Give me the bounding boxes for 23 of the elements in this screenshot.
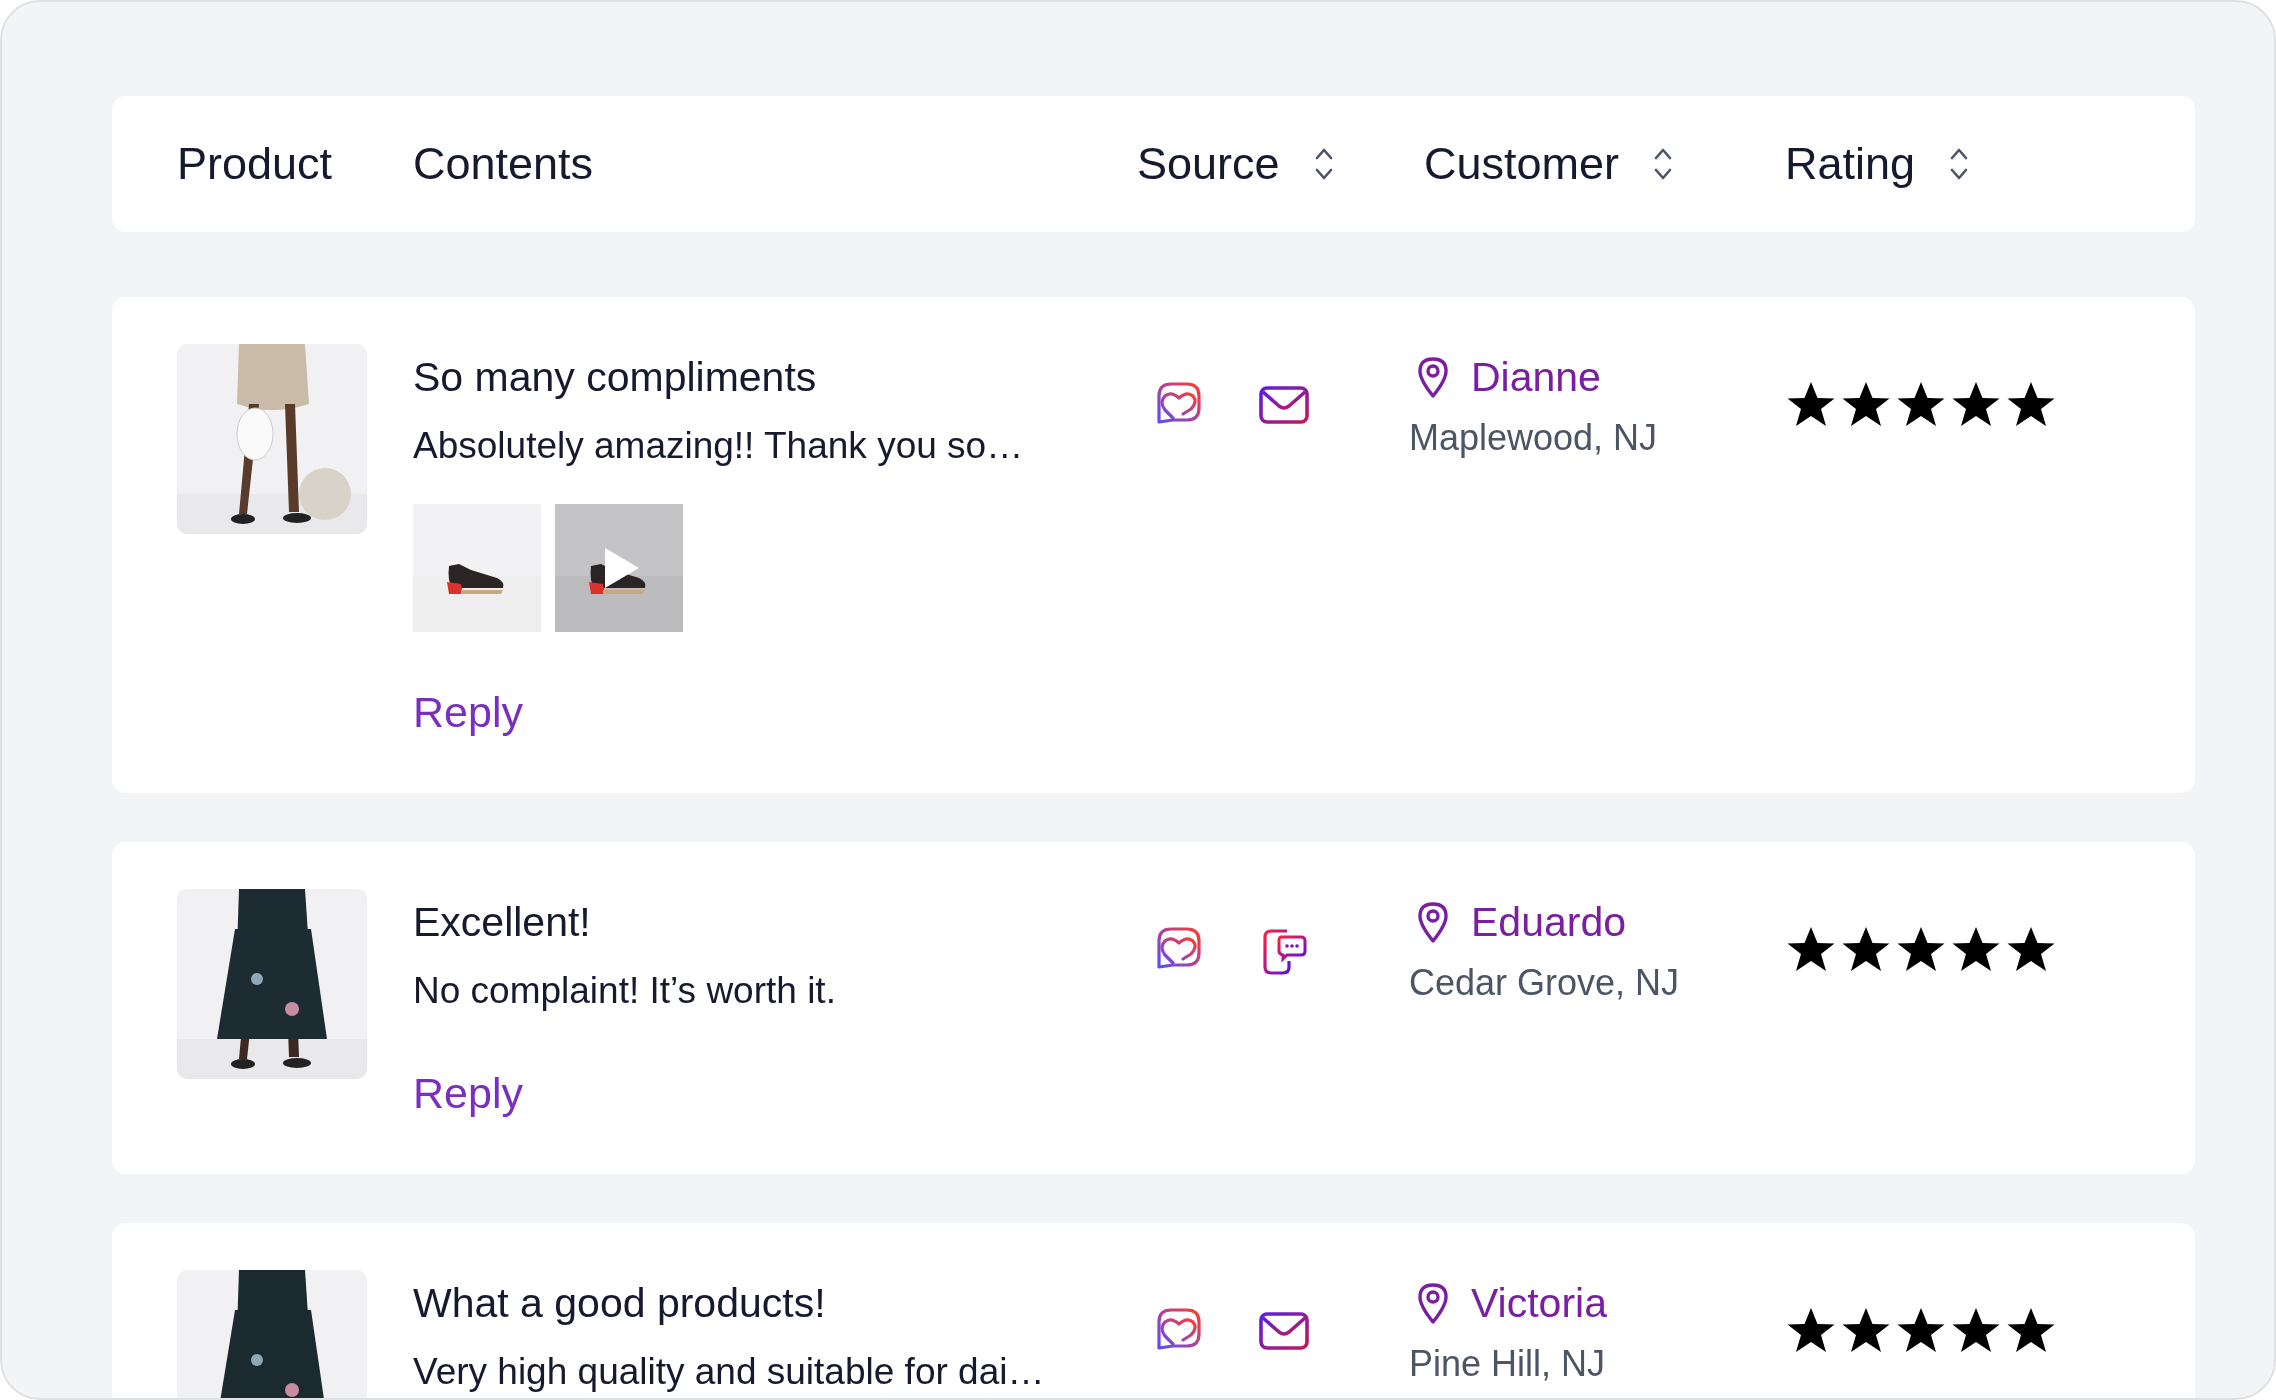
reply-link[interactable]: Reply — [413, 1069, 523, 1117]
location-pin-icon — [1417, 901, 1449, 943]
reply-link[interactable]: Reply — [413, 688, 523, 736]
play-icon[interactable] — [605, 548, 639, 588]
review-text: Very high quality and suitable for dai… — [413, 1350, 1046, 1394]
location-pin-icon — [1417, 1282, 1449, 1324]
review-title: So many compliments — [413, 353, 818, 401]
column-header: Contents — [413, 137, 594, 192]
review-title: Excellent! — [413, 898, 592, 946]
location-pin-icon — [1417, 356, 1449, 398]
customer-name[interactable]: Victoria — [1471, 1279, 1607, 1327]
review-text: Absolutely amazing!! Thank you so… — [413, 424, 1025, 468]
column-header[interactable]: Customer — [1424, 130, 1620, 198]
review-title: What a good products! — [413, 1279, 827, 1327]
column-header: Product — [177, 137, 333, 192]
column-header[interactable]: Source — [1137, 130, 1280, 198]
review-text: No complaint! It’s worth it. — [413, 969, 837, 1013]
customer-location: Cedar Grove, NJ — [1409, 961, 1681, 1005]
customer-name[interactable]: Dianne — [1471, 353, 1601, 401]
customer-location: Maplewood, NJ — [1409, 416, 1659, 460]
column-header[interactable]: Rating — [1785, 130, 1916, 198]
customer-name[interactable]: Eduardo — [1471, 898, 1626, 946]
customer-location: Pine Hill, NJ — [1409, 1342, 1607, 1386]
